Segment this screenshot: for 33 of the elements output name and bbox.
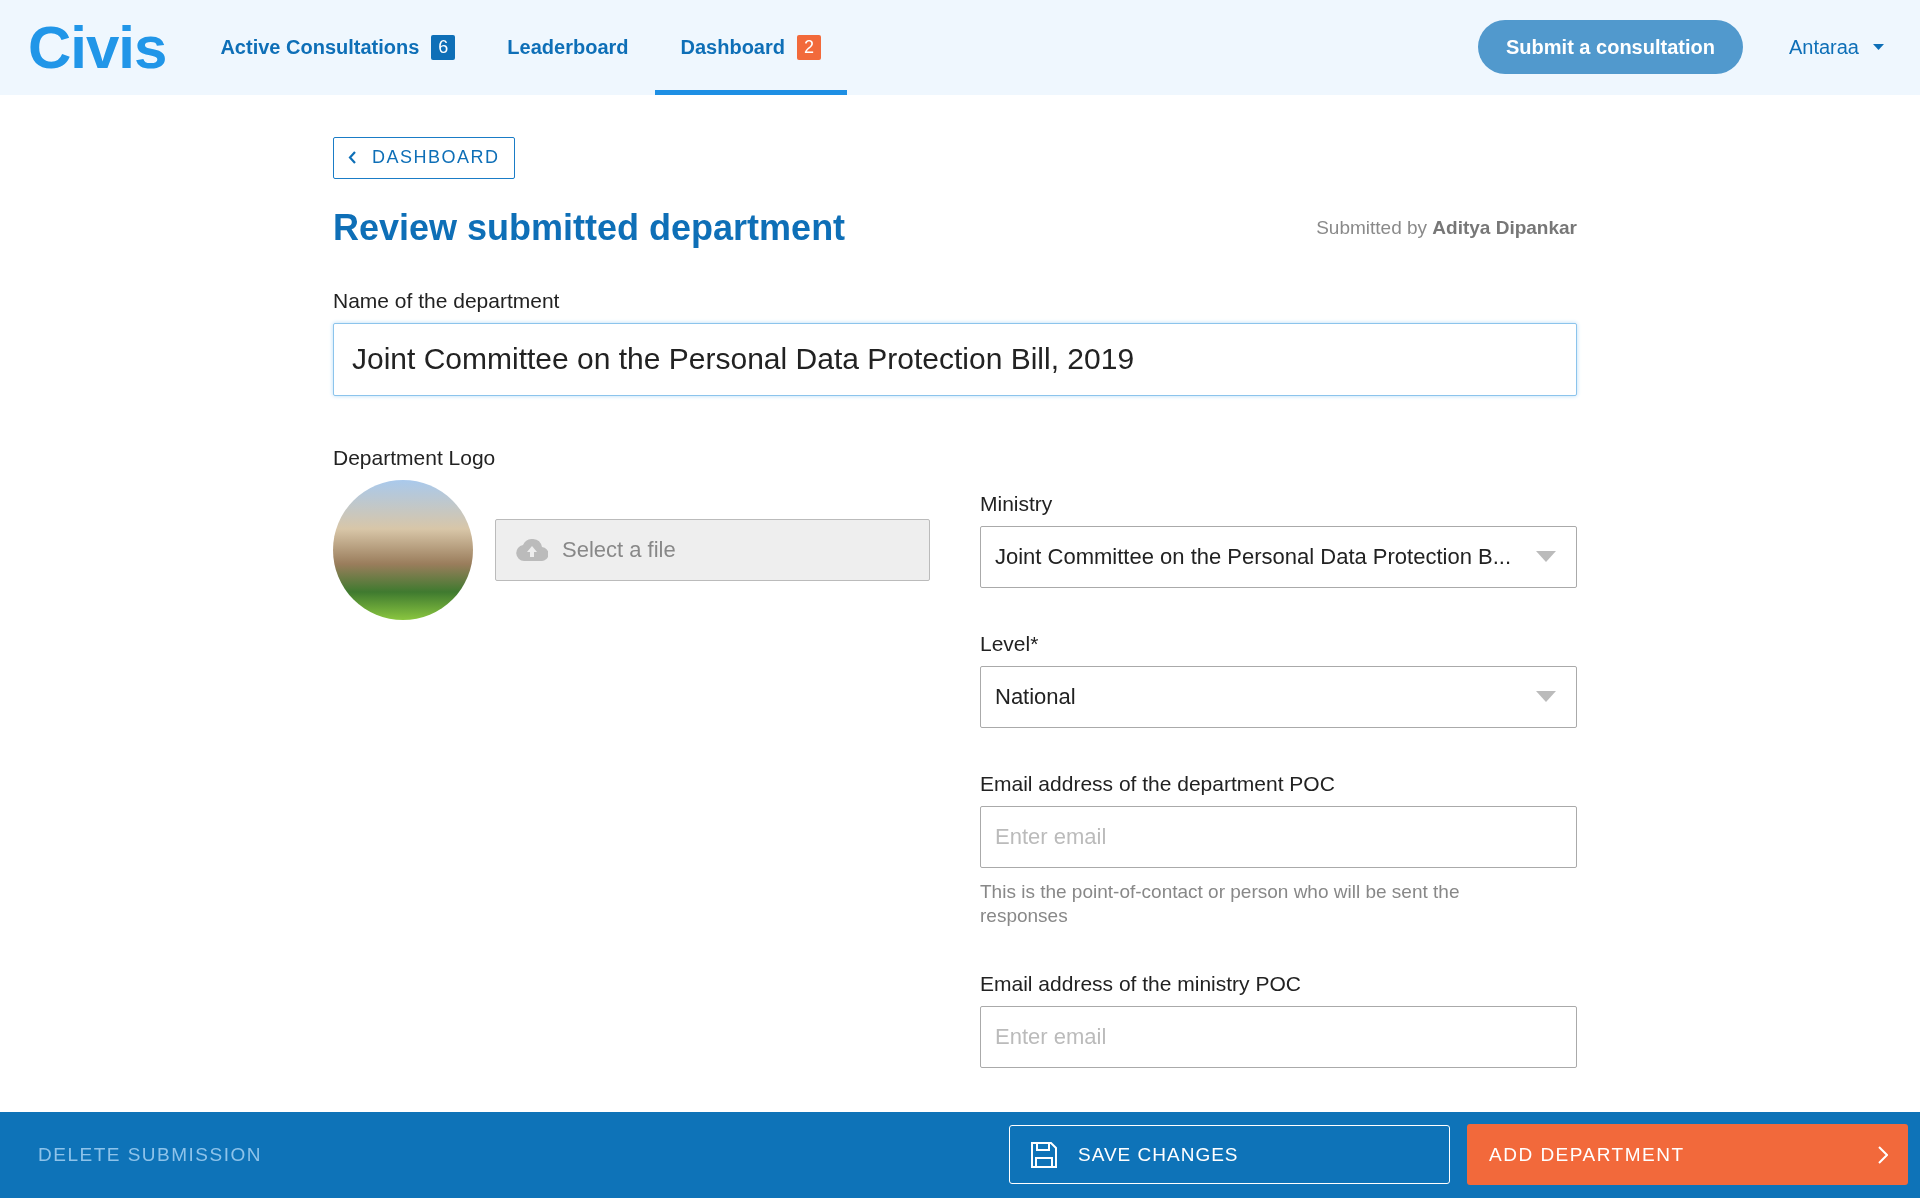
level-dropdown[interactable]: National: [980, 665, 1577, 728]
submit-consultation-button[interactable]: Submit a consultation: [1478, 20, 1743, 75]
dropdown-caret-icon: [1536, 551, 1556, 563]
caret-icon: [1873, 44, 1884, 51]
nav-tab[interactable]: Dashboard 2: [654, 0, 847, 95]
field-label: Level*: [980, 631, 1040, 656]
field-label: Name of the department: [333, 288, 561, 313]
dropdown-caret-icon: [1536, 691, 1556, 703]
count-badge: 2: [797, 34, 821, 60]
field-label: Department Logo: [333, 445, 497, 470]
count-badge: 6: [431, 34, 456, 60]
save-changes-button[interactable]: SAVE CHANGES: [1009, 1125, 1450, 1185]
nav-tab[interactable]: Leaderboard: [481, 0, 655, 95]
email-field[interactable]: Enter email: [980, 805, 1577, 868]
help-text: This is the point-of-contact or person who will be sent the responses: [980, 879, 1461, 928]
ministry-dropdown[interactable]: Joint Committee on the Personal Data Protection B...: [980, 525, 1577, 588]
page-title: Review submitted department: [333, 206, 846, 249]
field-label: Email address of the department POC: [980, 771, 1336, 796]
user-menu[interactable]: Antaraa: [1782, 34, 1890, 60]
delete-submission-button[interactable]: DELETE SUBMISSION: [38, 1143, 992, 1166]
chevron-left-icon: [348, 151, 356, 165]
back-button[interactable]: DASHBOARD: [333, 136, 515, 179]
add-department-button[interactable]: ADD DEPARTMENT: [1467, 1124, 1908, 1186]
select-file-button[interactable]: Select a file: [495, 518, 930, 581]
email-field[interactable]: Enter email: [980, 1005, 1577, 1068]
field-label: Ministry: [980, 491, 1054, 516]
cloud-upload-icon: [516, 538, 548, 561]
logo[interactable]: Civis: [28, 0, 167, 95]
submitted-by-text: Submitted by Aditya Dipankar: [1316, 216, 1577, 239]
field-label: Email address of the ministry POC: [980, 971, 1302, 996]
nav-tab[interactable]: Active Consultations 6: [194, 0, 482, 95]
chevron-right-icon: [1878, 1145, 1888, 1164]
department-name-field[interactable]: Joint Committee on the Personal Data Protection Bill, 2019: [333, 322, 1577, 396]
